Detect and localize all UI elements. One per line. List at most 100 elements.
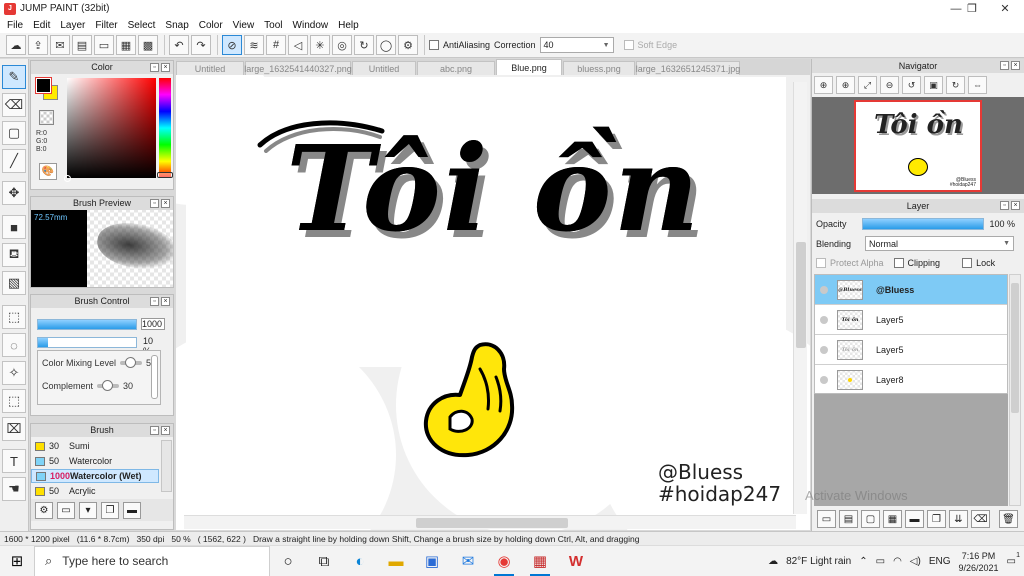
snap-parallel-icon[interactable]: ≋ — [244, 35, 264, 55]
color-mixing-slider[interactable] — [120, 357, 143, 368]
menu-view[interactable]: View — [228, 20, 260, 31]
notification-icon[interactable]: ▭ 1 — [1007, 552, 1020, 567]
dock-icon[interactable]: ▫ — [150, 426, 159, 435]
layer-folder-icon[interactable]: ▬ — [905, 510, 924, 528]
store-icon[interactable]: ▣ — [414, 546, 450, 576]
canvas-horizontal-scrollbar[interactable] — [184, 515, 796, 529]
tray-overflow-icon[interactable]: ⌃ — [859, 556, 867, 567]
move-tool-icon[interactable]: ✥ — [2, 181, 26, 205]
opacity-slider[interactable] — [861, 218, 984, 230]
weather-text[interactable]: 82°F Light rain — [786, 556, 851, 567]
lock-checkbox[interactable] — [962, 258, 973, 268]
soft-edge-checkbox[interactable] — [623, 40, 634, 50]
comment-icon[interactable]: ✉ — [50, 35, 70, 55]
snap-vanish-icon[interactable]: ◁ — [288, 35, 308, 55]
bucket-tool-icon[interactable]: ⛾ — [2, 243, 26, 267]
gradient-tool-icon[interactable]: ▧ — [2, 271, 26, 295]
document-icon[interactable]: ▭ — [94, 35, 114, 55]
complement-slider[interactable] — [97, 380, 120, 391]
undo-icon[interactable]: ↶ — [169, 35, 189, 55]
visibility-icon[interactable] — [820, 315, 828, 324]
share-icon[interactable]: ⇪ — [28, 35, 48, 55]
visibility-icon[interactable] — [820, 375, 828, 384]
hue-slider-handle[interactable] — [157, 172, 173, 178]
hue-slider[interactable] — [159, 78, 171, 178]
dock-icon[interactable]: ▫ — [150, 199, 159, 208]
visibility-icon[interactable] — [820, 345, 828, 354]
task-view-icon[interactable]: ⧉ — [306, 546, 342, 576]
snap-circle-icon[interactable]: ◎ — [332, 35, 352, 55]
select-pen-tool-icon[interactable]: ⬚ — [2, 389, 26, 413]
brush-size-slider[interactable] — [37, 318, 137, 330]
select-rect-tool-icon[interactable]: ⬚ — [2, 305, 26, 329]
layer-scroll-thumb[interactable] — [1011, 283, 1019, 413]
color-mixing-handle[interactable] — [125, 357, 137, 368]
menu-tool[interactable]: Tool — [259, 20, 287, 31]
cortana-icon[interactable]: ○ — [270, 546, 306, 576]
brush-size-field[interactable]: 1000 — [141, 318, 165, 330]
clipping-checkbox[interactable] — [893, 258, 904, 268]
file-explorer-icon[interactable]: ▬ — [378, 546, 414, 576]
tab-untitled-1[interactable]: Untitled — [176, 61, 244, 75]
edge-icon[interactable]: ◐ — [342, 546, 378, 576]
brush-menu-icon[interactable]: ▾ — [79, 501, 97, 519]
maximize-button[interactable]: ❐ — [955, 0, 989, 17]
menu-snap[interactable]: Snap — [160, 20, 193, 31]
duplicate-layer-icon[interactable]: ❐ — [927, 510, 946, 528]
clear-layer-icon[interactable]: ⌫ — [971, 510, 990, 528]
menu-color[interactable]: Color — [194, 20, 228, 31]
chrome-icon[interactable]: ◉ — [486, 546, 522, 576]
select-eraser-tool-icon[interactable]: ⌧ — [2, 417, 26, 441]
brush-folder-icon[interactable]: ▬ — [123, 501, 141, 519]
brush-settings-icon[interactable]: ⚙ — [35, 501, 53, 519]
navigator-thumbnail[interactable]: Tôi ồn @Bluess #hoidap247 — [854, 100, 982, 192]
brush-list-scrollbar[interactable] — [161, 440, 172, 492]
taskbar-search[interactable]: ⌕ Type here to search — [34, 545, 270, 576]
line-tool-icon[interactable]: ╱ — [2, 149, 26, 173]
transparent-color-swatch[interactable] — [39, 110, 54, 125]
volume-icon[interactable]: ◁) — [910, 556, 921, 567]
network-icon[interactable]: ▭ — [876, 556, 885, 567]
menu-filter[interactable]: Filter — [90, 20, 122, 31]
brush-density-slider[interactable] — [37, 336, 137, 348]
magic-wand-tool-icon[interactable]: ✧ — [2, 361, 26, 385]
rectangle-tool-icon[interactable]: ▢ — [2, 121, 26, 145]
text-tool-icon[interactable]: T — [2, 449, 26, 473]
dock-icon[interactable]: ▫ — [1000, 61, 1009, 70]
brush-item-watercolor[interactable]: 50 Watercolor — [31, 454, 159, 468]
tab-large-1632541440327[interactable]: large_1632541440327.png — [244, 61, 352, 75]
snap-cross-icon[interactable]: # — [266, 35, 286, 55]
tab-untitled-2[interactable]: Untitled — [352, 61, 416, 75]
merge-down-icon[interactable]: ⇊ — [949, 510, 968, 528]
close-icon[interactable]: × — [161, 426, 170, 435]
snap-curve-icon[interactable]: ↻ — [354, 35, 374, 55]
grid-icon[interactable]: ▩ — [138, 35, 158, 55]
menu-window[interactable]: Window — [288, 20, 334, 31]
wifi-icon[interactable]: ◠ — [893, 556, 902, 567]
dock-icon[interactable]: ▫ — [150, 297, 159, 306]
jump-paint-taskbar-icon[interactable]: ▦ — [522, 546, 558, 576]
snap-off-icon[interactable]: ⊘ — [222, 35, 242, 55]
zoom-in-icon[interactable]: ⊕ — [814, 76, 833, 94]
clock[interactable]: 7:16 PM 9/26/2021 — [959, 550, 999, 574]
color-picker-cursor[interactable] — [64, 175, 71, 182]
new-brush-icon[interactable]: ▭ — [57, 501, 75, 519]
menu-select[interactable]: Select — [123, 20, 161, 31]
layer-row-layer8[interactable]: Layer8 — [815, 365, 1007, 395]
lasso-tool-icon[interactable]: ◌ — [2, 333, 26, 357]
close-icon[interactable]: × — [1011, 61, 1020, 70]
navigator-preview[interactable]: Tôi ồn @Bluess #hoidap247 — [812, 97, 1024, 194]
mixing-scrollbar[interactable] — [151, 355, 158, 399]
brush-item-watercolor-wet[interactable]: 1000 Watercolor (Wet) — [31, 469, 159, 483]
snap-ellipse-icon[interactable]: ◯ — [376, 35, 396, 55]
rotate-right-icon[interactable]: ↻ — [946, 76, 965, 94]
brush-item-acrylic[interactable]: 50 Acrylic — [31, 484, 159, 498]
menu-edit[interactable]: Edit — [28, 20, 55, 31]
mail-icon[interactable]: ✉ — [450, 546, 486, 576]
page-icon[interactable]: ▦ — [116, 35, 136, 55]
snap-radial-icon[interactable]: ✳ — [310, 35, 330, 55]
tab-large-1632651245371[interactable]: large_1632651245371.jpg — [636, 61, 740, 75]
dock-icon[interactable]: ▫ — [150, 63, 159, 72]
redo-icon[interactable]: ↷ — [191, 35, 211, 55]
foreground-color-swatch[interactable] — [36, 78, 51, 93]
